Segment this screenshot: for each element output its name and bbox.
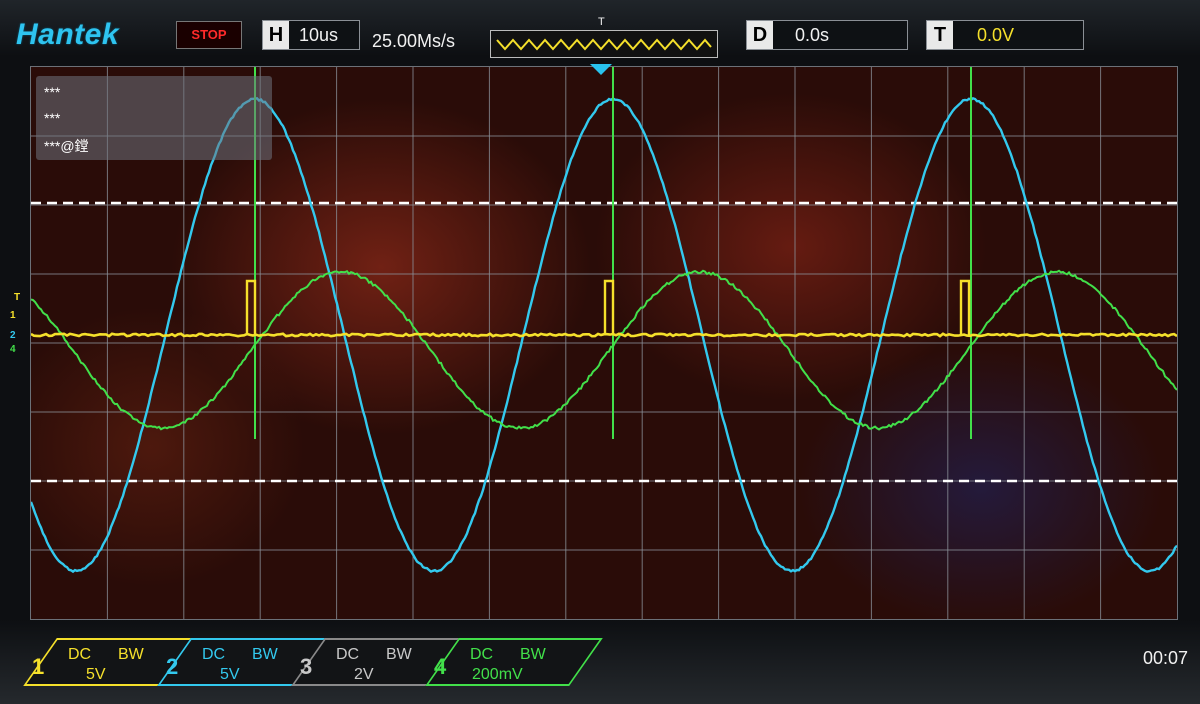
memory-waveform-icon [491,31,717,57]
popup-menu-item[interactable]: *** [44,110,60,126]
ch3-bw-limit: BW [386,646,412,664]
h-scale-value: 10us [299,21,338,49]
delay-readout[interactable]: D 0.0s [746,20,908,50]
ch3-coupling: DC [336,646,359,664]
ch4-coupling: DC [470,646,493,664]
popup-menu-item[interactable]: *** [44,84,60,100]
ch4-scale: 200mV [472,666,523,684]
ch2-coupling: DC [202,646,225,664]
ch2-ground-marker: 2 [10,330,16,341]
ch2-scale: 5V [220,666,240,684]
top-status-bar: Hantek STOP H 10us 25.00Ms/s T D 0.0s T … [0,12,1200,56]
popup-menu[interactable]: *** *** ***@鏜 [36,76,272,160]
ch1-bw-limit: BW [118,646,144,664]
ch1-coupling: DC [68,646,91,664]
ch1-pulse [247,281,255,335]
trigger-time-arrow-icon [590,64,612,75]
ch3-number: 3 [300,654,312,680]
sample-rate: 25.00Ms/s [372,31,455,52]
ch2-bw-limit: BW [252,646,278,664]
trigger-position-marker: T [598,16,605,28]
ch1-ground-marker: 1 [10,310,16,321]
memory-position-strip[interactable] [490,30,718,58]
trigger-level-marker: T [14,292,20,303]
h-key-label: H [263,21,289,49]
delay-value: 0.0s [795,21,829,49]
clock-readout: 00:07 [1143,648,1188,669]
trigger-level-value: 0.0V [977,21,1014,49]
t-key-label: T [927,21,953,49]
channel-bar: 1 DC BW 5V 2 DC BW 5V 3 DC BW 2V 4 DC BW… [0,632,1200,688]
ch4-number: 4 [434,654,446,680]
ch4-info: 4 DC BW 200mV [424,638,584,682]
trigger-level-readout[interactable]: T 0.0V [926,20,1084,50]
ch1-scale: 5V [86,666,106,684]
d-key-label: D [747,21,773,49]
ch3-scale: 2V [354,666,374,684]
ch4-bw-limit: BW [520,646,546,664]
ch1-pulse [961,281,969,335]
ch1-pulse [605,281,613,335]
run-stop-button[interactable]: STOP [176,21,242,49]
ch4-ground-marker: 4 [10,344,16,355]
brand-logo: Hantek [16,18,119,52]
ch2-number: 2 [166,654,178,680]
horizontal-scale-readout[interactable]: H 10us [262,20,360,50]
popup-menu-item[interactable]: ***@鏜 [44,136,89,156]
ch1-number: 1 [32,654,44,680]
